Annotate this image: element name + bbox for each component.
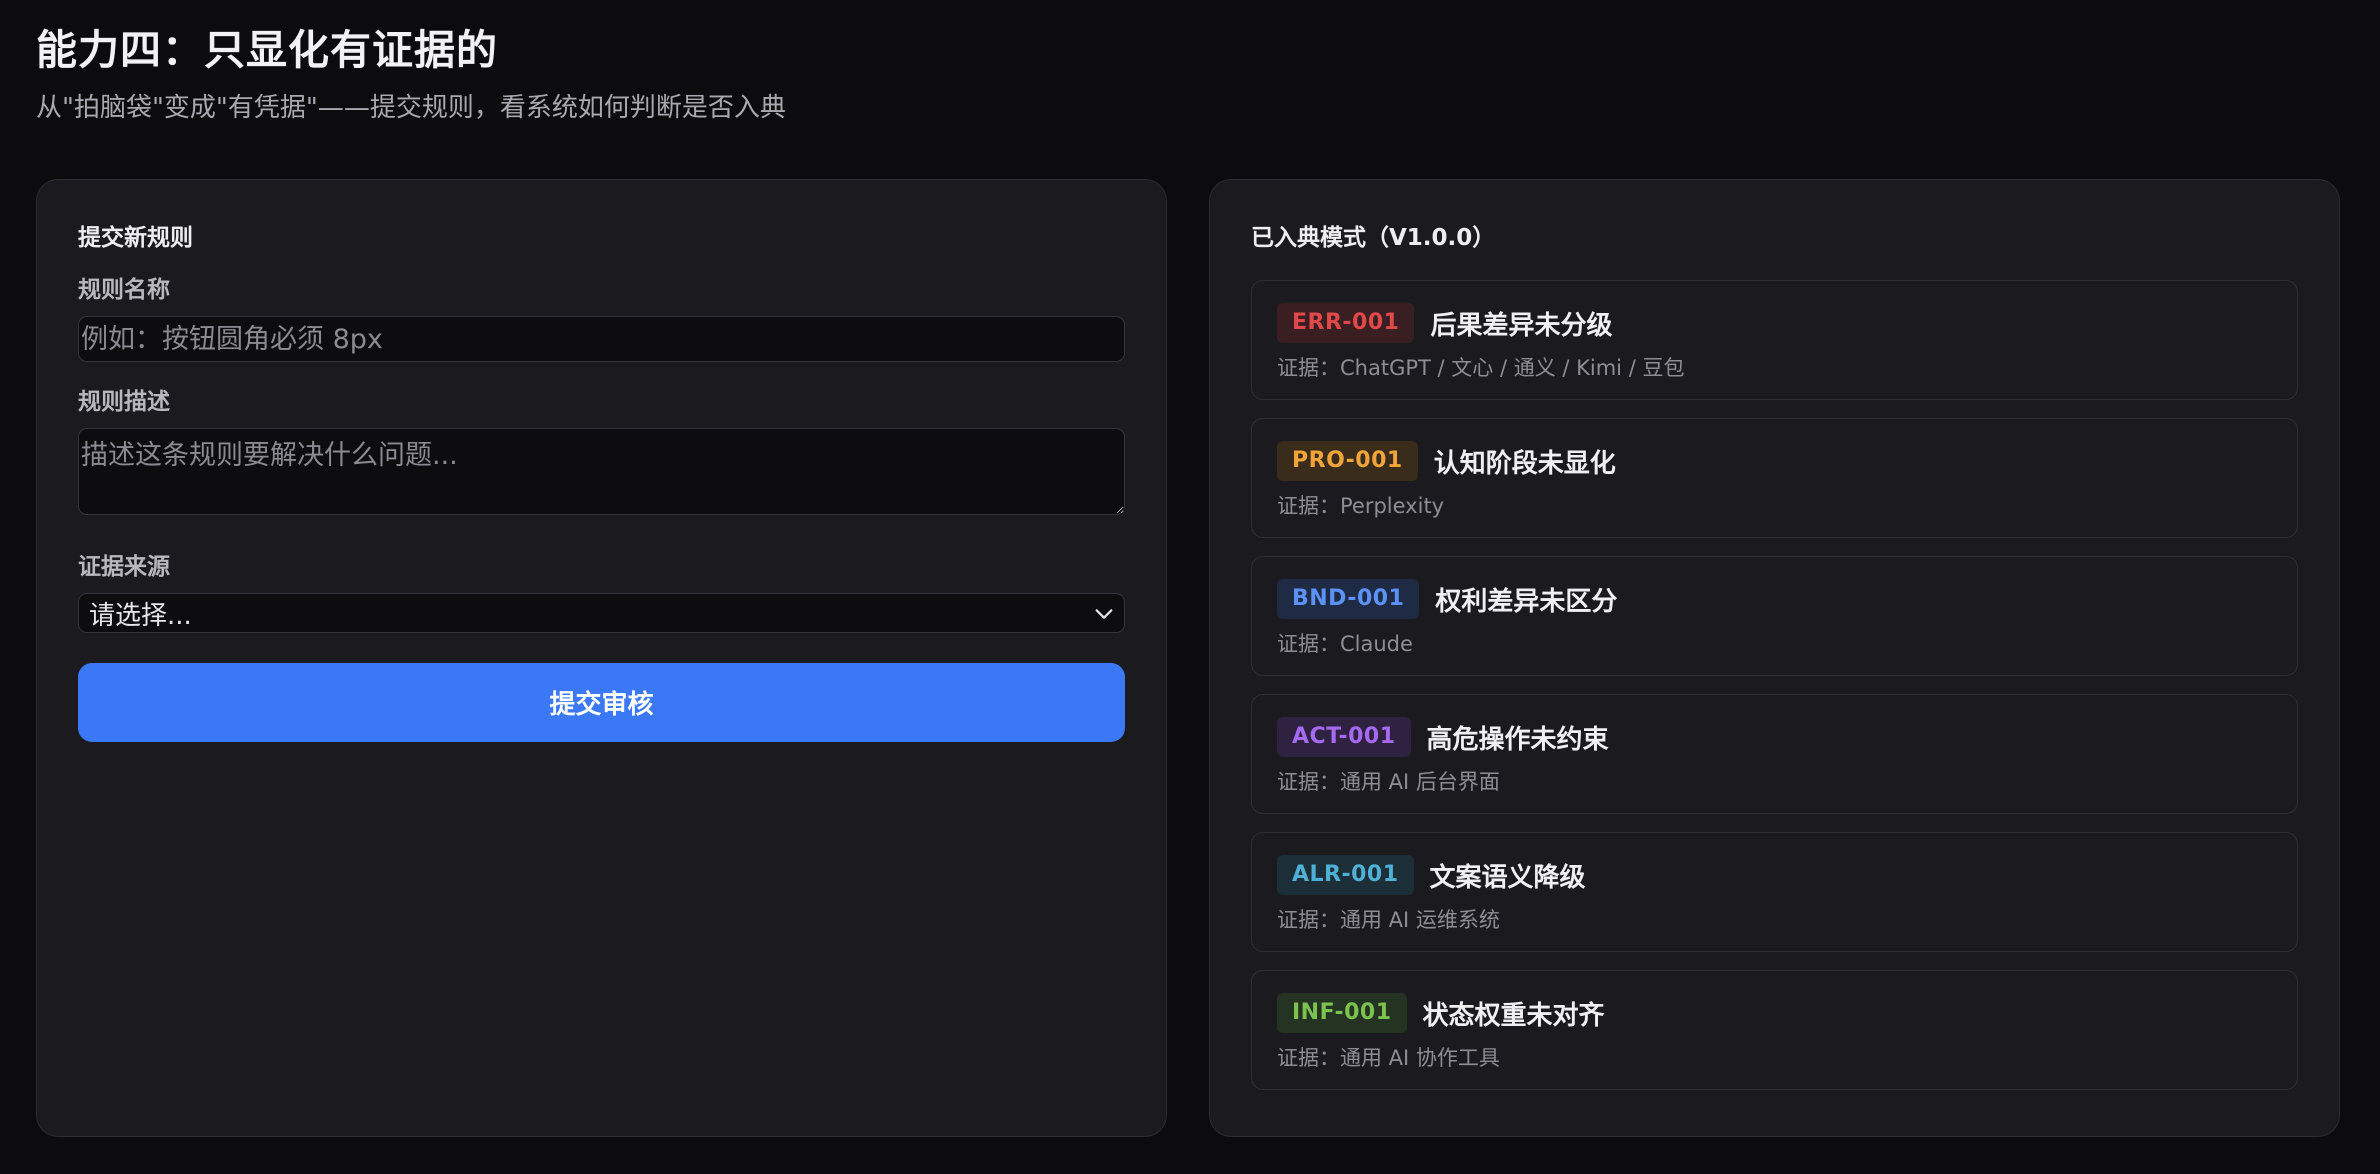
evidence-value: 通用 AI 运维系统: [1340, 908, 1500, 932]
rule-card[interactable]: ACT-001 高危操作未约束证据：通用 AI 后台界面: [1251, 694, 2298, 814]
evidence-source-value[interactable]: 请选择...: [78, 593, 1125, 633]
rule-list: ERR-001 后果差异未分级 证据：ChatGPT / 文心 / 通义 / Kim…: [1251, 280, 2298, 1090]
codex-panel-heading: 已入典模式（V1.0.0）: [1251, 225, 1496, 251]
rule-code-badge: BND-001: [1277, 579, 1420, 619]
rule-title: 权利差异未区分: [1435, 586, 1618, 617]
rule-name-label: 规则名称: [78, 277, 170, 303]
evidence-prefix: 证据：: [1277, 908, 1340, 932]
rule-code-badge: ALR-001: [1277, 855, 1414, 895]
rule-card-header: ALR-001 文案语义降级: [1277, 855, 2272, 895]
page-header: 能力四：只显化有证据的 从"拍脑袋"变成"有凭据"——提交规则，看系统如何判断是…: [36, 0, 2344, 126]
evidence-source-label: 证据来源: [78, 554, 170, 580]
rule-card-header: ERR-001 后果差异未分级: [1277, 303, 2272, 343]
panels: 提交新规则 规则名称 规则描述 证据来源 请选择... 提交审核 已入典模式（V…: [36, 179, 2344, 1137]
submit-review-button[interactable]: 提交审核: [78, 663, 1125, 742]
rule-evidence: 证据：通用 AI 后台界面: [1277, 767, 2272, 797]
rule-evidence: 证据：通用 AI 协作工具: [1277, 1043, 2272, 1073]
evidence-prefix: 证据：: [1277, 632, 1340, 656]
rule-title: 后果差异未分级: [1430, 310, 1613, 341]
rule-card[interactable]: ERR-001 后果差异未分级证据：ChatGPT / 文心 / 通义 / Kim…: [1251, 280, 2298, 400]
rule-card-header: BND-001 权利差异未区分: [1277, 579, 2272, 619]
rule-desc-textarea[interactable]: [78, 428, 1125, 515]
codex-panel: 已入典模式（V1.0.0） ERR-001 后果差异未分级 证据：ChatGPT /…: [1209, 179, 2340, 1137]
rule-evidence: 证据：通用 AI 运维系统: [1277, 905, 2272, 935]
rule-card[interactable]: ALR-001 文案语义降级证据：通用 AI 运维系统: [1251, 832, 2298, 952]
evidence-prefix: 证据：: [1277, 356, 1340, 380]
evidence-value: Claude: [1340, 632, 1413, 656]
rule-title: 文案语义降级: [1429, 862, 1586, 893]
rule-code-badge: INF-001: [1277, 993, 1407, 1033]
rule-card[interactable]: INF-001 状态权重未对齐证据：通用 AI 协作工具: [1251, 970, 2298, 1090]
rule-card-header: PRO-001 认知阶段未显化: [1277, 441, 2272, 481]
rule-evidence: 证据：ChatGPT / 文心 / 通义 / Kimi / 豆包: [1277, 353, 2272, 383]
evidence-prefix: 证据：: [1277, 494, 1340, 518]
evidence-prefix: 证据：: [1277, 770, 1340, 794]
rule-title: 状态权重未对齐: [1422, 1000, 1605, 1031]
rule-code-badge: ERR-001: [1277, 303, 1415, 343]
submit-panel-heading: 提交新规则: [78, 225, 193, 251]
rule-card[interactable]: PRO-001 认知阶段未显化证据：Perplexity: [1251, 418, 2298, 538]
rule-name-input[interactable]: [78, 316, 1125, 362]
rule-desc-label: 规则描述: [78, 389, 170, 415]
rule-card-header: INF-001 状态权重未对齐: [1277, 993, 2272, 1033]
page-subtitle: 从"拍脑袋"变成"有凭据"——提交规则，看系统如何判断是否入典: [36, 93, 786, 123]
submit-rule-panel: 提交新规则 规则名称 规则描述 证据来源 请选择... 提交审核: [36, 179, 1167, 1137]
rule-title: 认知阶段未显化: [1433, 448, 1616, 479]
evidence-value: ChatGPT / 文心 / 通义 / Kimi / 豆包: [1340, 356, 1685, 380]
chevron-down-icon: [1095, 609, 1113, 619]
evidence-value: 通用 AI 后台界面: [1340, 770, 1500, 794]
evidence-prefix: 证据：: [1277, 1046, 1340, 1070]
rule-card-header: ACT-001 高危操作未约束: [1277, 717, 2272, 757]
page-title: 能力四：只显化有证据的: [36, 26, 498, 74]
evidence-value: Perplexity: [1340, 494, 1445, 518]
rule-title: 高危操作未约束: [1426, 724, 1609, 755]
rule-code-badge: ACT-001: [1277, 717, 1411, 757]
evidence-value: 通用 AI 协作工具: [1340, 1046, 1500, 1070]
rule-code-badge: PRO-001: [1277, 441, 1418, 481]
page: 能力四：只显化有证据的 从"拍脑袋"变成"有凭据"——提交规则，看系统如何判断是…: [0, 0, 2380, 1174]
rule-evidence: 证据：Perplexity: [1277, 491, 2272, 521]
rule-card[interactable]: BND-001 权利差异未区分证据：Claude: [1251, 556, 2298, 676]
evidence-source-select[interactable]: 请选择...: [78, 593, 1125, 633]
rule-evidence: 证据：Claude: [1277, 629, 2272, 659]
